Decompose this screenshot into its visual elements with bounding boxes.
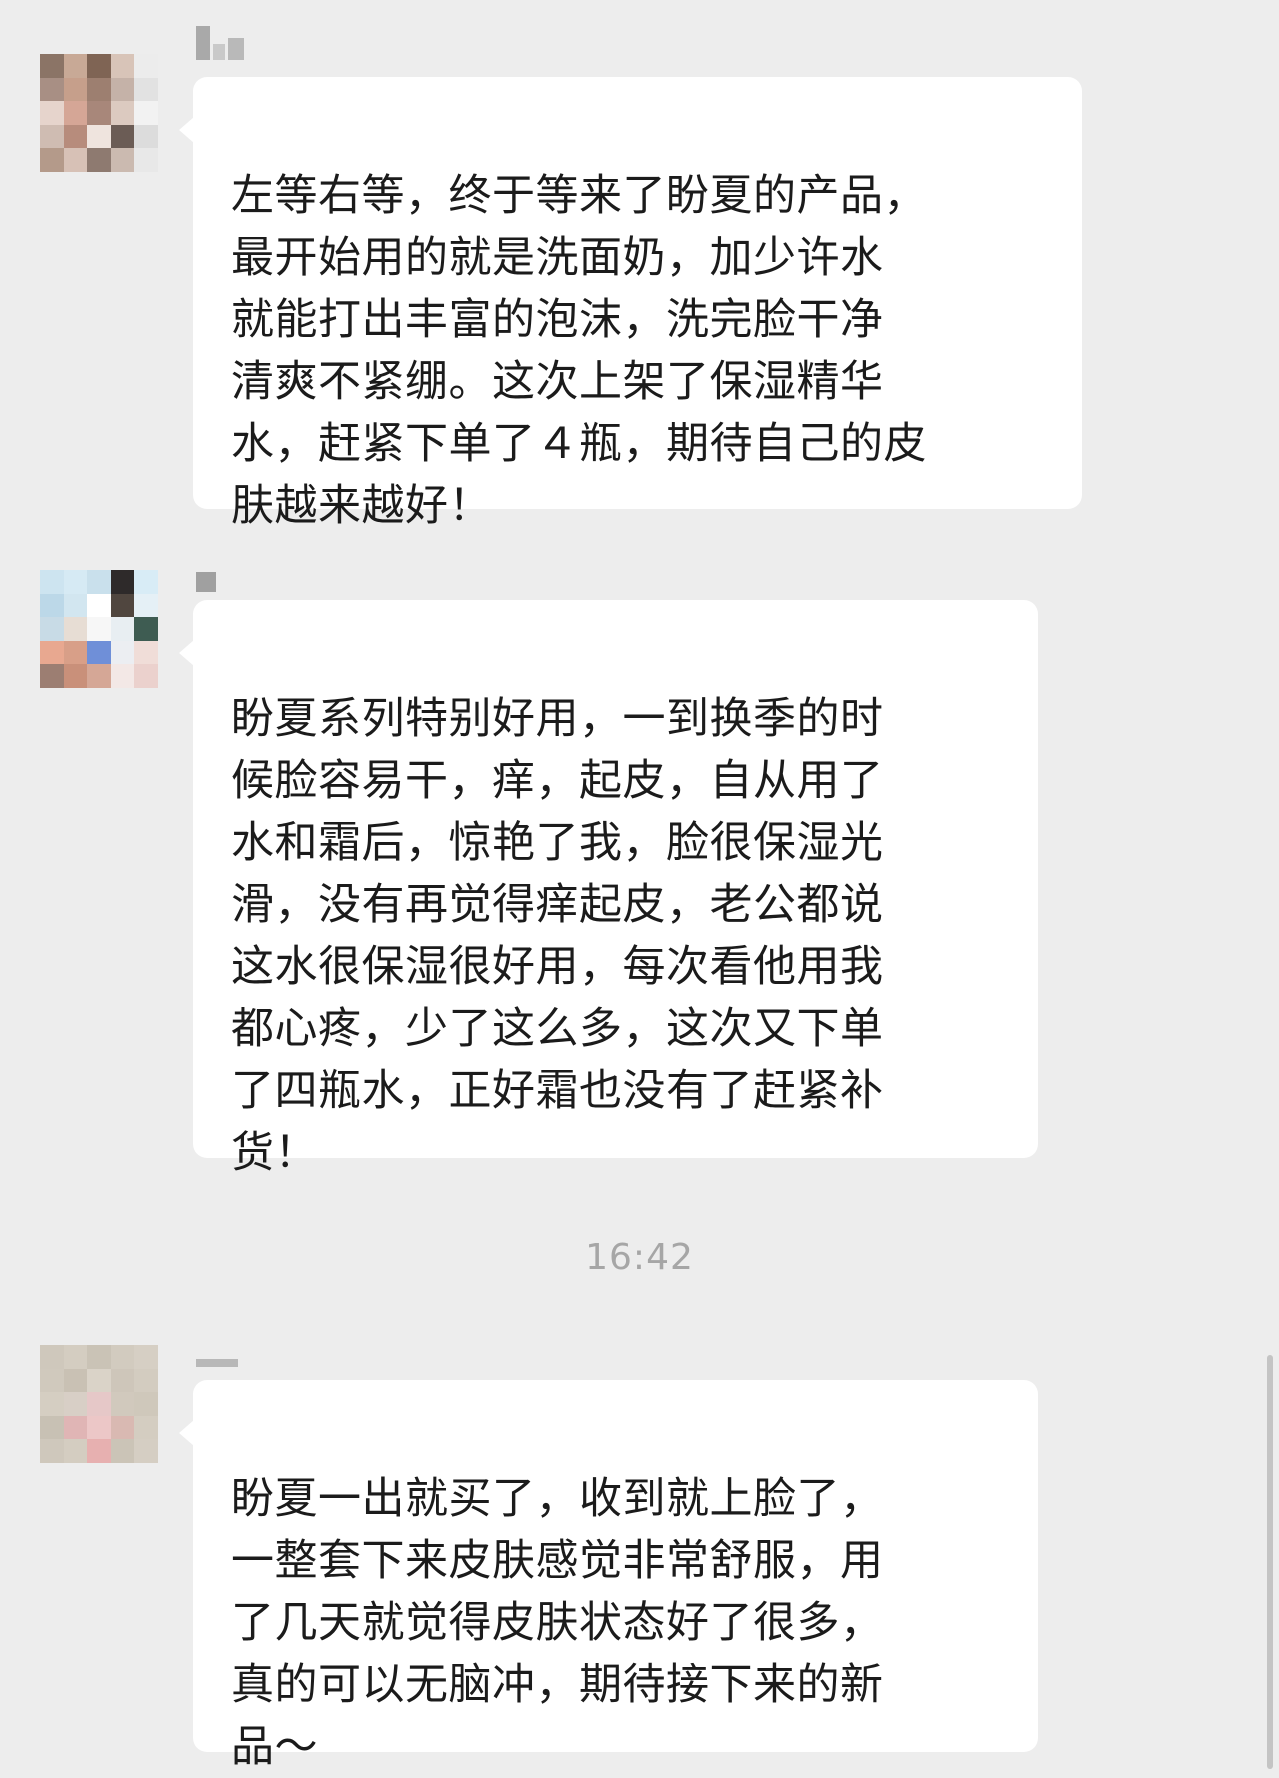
avatar[interactable] (40, 570, 158, 688)
message-text: 盼夏系列特别好用，一到换季的时 候脸容易干，痒，起皮，自从用了 水和霜后，惊艳了… (231, 694, 884, 1178)
timestamp: 16:42 (585, 1237, 694, 1278)
scrollbar[interactable] (1267, 1355, 1273, 1769)
message-bubble[interactable]: 左等右等，终于等来了盼夏的产品， 最开始用的就是洗面奶，加少许水 就能打出丰富的… (179, 77, 1082, 531)
message-text: 左等右等，终于等来了盼夏的产品， 最开始用的就是洗面奶，加少许水 就能打出丰富的… (231, 171, 927, 531)
sender-name (196, 1345, 238, 1367)
sender-name (196, 26, 244, 60)
message-bubble[interactable]: 盼夏一出就买了，收到就上脸了， 一整套下来皮肤感觉非常舒服，用 了几天就觉得皮肤… (179, 1380, 1038, 1772)
message-bubble[interactable]: 盼夏系列特别好用，一到换季的时 候脸容易干，痒，起皮，自从用了 水和霜后，惊艳了… (179, 600, 1038, 1178)
message-text: 盼夏一出就买了，收到就上脸了， 一整套下来皮肤感觉非常舒服，用 了几天就觉得皮肤… (231, 1474, 884, 1772)
sender-name (196, 570, 216, 592)
avatar[interactable] (40, 54, 158, 172)
avatar[interactable] (40, 1345, 158, 1463)
